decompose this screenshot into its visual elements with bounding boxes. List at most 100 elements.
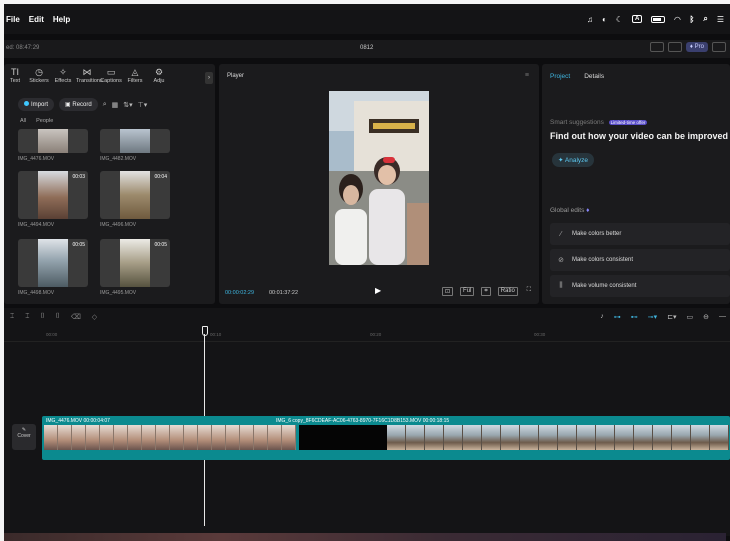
filter-tab-people[interactable]: People	[36, 118, 53, 124]
clip-duration: 00:03	[72, 174, 85, 180]
zoom-slider[interactable]: —	[719, 313, 726, 321]
battery-icon[interactable]	[651, 15, 666, 23]
shortcuts-icon[interactable]	[667, 42, 682, 52]
clip-filename: IMG_4482.MOV	[100, 156, 137, 162]
clip-image	[38, 239, 68, 287]
frame	[128, 425, 142, 450]
snap-icon[interactable]: ⊸▾	[648, 313, 657, 321]
frame	[198, 425, 212, 450]
frame	[691, 425, 710, 450]
microphone-icon[interactable]: ♪	[600, 313, 604, 321]
edit-make-colors-consistent[interactable]: ⊘ Make colors consistent	[550, 249, 730, 271]
split-left-icon[interactable]: ⌷	[40, 313, 44, 321]
tool-stickers[interactable]: ◷ Stickers	[28, 66, 50, 90]
record-button[interactable]: ▣ Record	[59, 98, 98, 111]
pro-button[interactable]: ♦ Pro	[685, 42, 708, 52]
media-clip[interactable]: 00:03 IMG_4494.MOV	[18, 171, 88, 228]
menu-edit[interactable]: Edit	[29, 15, 44, 24]
link-icon[interactable]: ⊶	[614, 313, 621, 321]
captions-track-icon[interactable]: ▭	[687, 313, 694, 321]
tool-text[interactable]: TI Text	[4, 66, 26, 90]
clip-thumbnail: 00:05	[18, 239, 88, 287]
grid-view-icon[interactable]: ▦	[112, 101, 119, 109]
playhead-handle[interactable]	[202, 326, 208, 336]
crop-icon[interactable]: ⌗	[481, 287, 491, 296]
search-icon[interactable]: ⌕	[703, 14, 707, 24]
clip-duration: 00:05	[154, 242, 167, 248]
suggestion-headline: Find out how your video can be improved	[550, 131, 729, 141]
tool-label: Text	[9, 78, 21, 84]
split-icon[interactable]: ⌶	[25, 313, 29, 321]
frame	[539, 425, 558, 450]
focus-icon[interactable]: ◐	[602, 15, 607, 24]
delete-icon[interactable]: ⌫	[71, 313, 81, 321]
filter-tab-all[interactable]: All	[20, 118, 26, 124]
frame	[114, 425, 128, 450]
ratio-icon[interactable]: ⊡	[442, 287, 454, 296]
wifi-icon[interactable]: ◠	[674, 15, 680, 24]
media-clip[interactable]: 00:05 IMG_4498.MOV	[18, 239, 88, 296]
suggestions-text: Smart suggestions	[550, 119, 604, 126]
magic-wand-icon: ⁄	[560, 230, 562, 238]
split-right-icon[interactable]: ⌷	[56, 313, 60, 321]
search-icon[interactable]: ⌕	[103, 101, 107, 109]
tab-project[interactable]: Project	[550, 73, 570, 80]
clip-thumbnail	[18, 129, 88, 153]
edit-make-colors-better[interactable]: ⁄ Make colors better	[550, 223, 730, 245]
tool-effects[interactable]: ✧ Effects	[52, 66, 74, 90]
bluetooth-icon[interactable]: ᛒ	[690, 15, 695, 24]
clip-filmstrip[interactable]	[44, 425, 297, 450]
frame	[710, 425, 729, 450]
export-icon[interactable]	[712, 42, 726, 52]
fullscreen-icon[interactable]: ⛶	[525, 287, 533, 296]
layout-icon[interactable]	[649, 42, 664, 52]
menu-help[interactable]: Help	[53, 15, 70, 24]
shield-icon[interactable]: ◇	[92, 313, 97, 321]
media-clip[interactable]: 00:04 IMG_4496.MOV	[100, 171, 170, 228]
media-clip[interactable]: 00:05 IMG_4495.MOV	[100, 239, 170, 296]
tool-transitions[interactable]: ⋈ Transitions	[76, 66, 103, 90]
edit-make-volume-consistent[interactable]: ⫼ Make volume consistent	[550, 275, 730, 297]
tab-details[interactable]: Details	[584, 73, 604, 80]
video-preview[interactable]	[329, 91, 429, 265]
cover-button[interactable]: ✎ Cover	[12, 424, 36, 450]
tool-adjust[interactable]: ⚙ Adju	[148, 66, 170, 90]
tool-filters[interactable]: ◬ Filters	[124, 66, 146, 90]
menu-icon[interactable]: ≡	[525, 72, 529, 79]
project-name[interactable]: 0812	[360, 45, 373, 51]
fit-icon[interactable]: Ful	[460, 287, 475, 296]
black-frame-segment[interactable]	[299, 425, 387, 450]
tool-captions[interactable]: ▭ Captions	[100, 66, 122, 90]
analyze-button[interactable]: ✦ Analyze	[552, 153, 595, 167]
main-video-track[interactable]: IMG_4476.MOV 00:00:04:07 IMG_6 copy_8F6C…	[42, 416, 730, 460]
menu-file[interactable]: File	[6, 15, 20, 24]
frame	[425, 425, 444, 450]
moon-icon[interactable]: ☾	[616, 15, 623, 24]
timeline-ruler[interactable]: 00:00 00:10 00:20 00:30	[4, 330, 730, 342]
zoom-out-icon[interactable]: ⊖	[703, 313, 709, 321]
magnet-icon[interactable]: ⊷	[631, 313, 638, 321]
sound-icon[interactable]: ♫	[587, 15, 593, 24]
chevron-right-icon[interactable]: ›	[205, 72, 213, 84]
quality-icon[interactable]: Ratio	[497, 287, 518, 296]
global-edits-label: Global edits	[550, 207, 585, 214]
current-time: 00:00:02:29	[225, 290, 255, 296]
control-center-icon[interactable]: ☰	[717, 15, 724, 24]
filter-icon[interactable]: ⊤▾	[138, 101, 148, 109]
frame	[653, 425, 672, 450]
clip-filename: IMG_4496.MOV	[100, 222, 137, 228]
media-clip[interactable]: IMG_4482.MOV	[100, 129, 170, 162]
media-clip[interactable]: IMG_4476.MOV	[18, 129, 88, 162]
import-button[interactable]: Import	[18, 98, 55, 111]
stickers-icon: ◷	[35, 67, 43, 77]
keyboard-icon[interactable]: A	[632, 15, 643, 23]
play-icon[interactable]: ▶	[375, 286, 381, 295]
preview-axis-icon[interactable]: ⊏▾	[667, 313, 676, 321]
clip-thumbnail	[100, 129, 170, 153]
tool-label: Transitions	[76, 78, 103, 84]
clip-filmstrip[interactable]	[387, 425, 730, 450]
frame	[212, 425, 226, 450]
sort-icon[interactable]: ⇅▾	[123, 101, 132, 109]
select-icon[interactable]: ⌶	[10, 313, 14, 321]
frame	[577, 425, 596, 450]
